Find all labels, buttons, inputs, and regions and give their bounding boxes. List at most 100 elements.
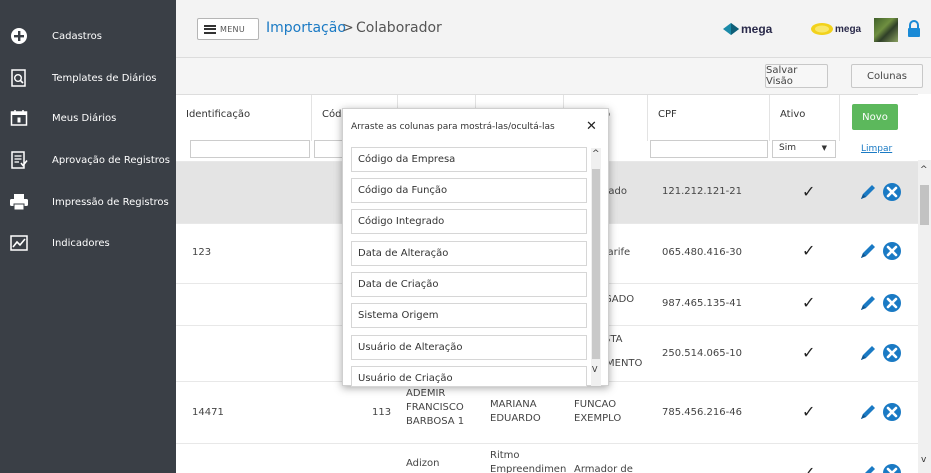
sidebar-item-aprovacao[interactable]: Aprovação de Registros bbox=[0, 142, 176, 178]
edit-pencil-icon[interactable] bbox=[858, 463, 878, 473]
column-option-codigo-integrado[interactable]: Código Integrado bbox=[351, 209, 587, 234]
delete-circle-icon[interactable] bbox=[882, 463, 902, 473]
ativo-check-icon[interactable]: ✓ bbox=[802, 293, 815, 312]
menu-label: MENU bbox=[220, 24, 245, 34]
document-search-icon bbox=[9, 68, 29, 88]
sidebar-item-label: Meus Diários bbox=[52, 112, 117, 124]
save-view-button[interactable]: Salvar Visão bbox=[765, 64, 828, 88]
delete-circle-icon[interactable] bbox=[882, 182, 902, 202]
cell-cpf: 250.514.065-10 bbox=[662, 348, 742, 359]
cell-nome-line3: BARBOSA 1 bbox=[406, 416, 465, 427]
header: MENU Importação > Colaborador mega mega bbox=[176, 0, 931, 58]
ativo-check-icon[interactable]: ✓ bbox=[802, 182, 815, 201]
approval-icon bbox=[9, 150, 29, 170]
cell-funcao-line2: MENTO bbox=[606, 358, 643, 369]
cell-codigo: 113 bbox=[372, 407, 392, 418]
cell-nome-line2: FRANCISCO bbox=[406, 402, 464, 413]
new-button[interactable]: Novo bbox=[852, 104, 898, 130]
column-header-actions: Novo bbox=[840, 95, 918, 141]
menu-button[interactable]: MENU bbox=[197, 18, 259, 40]
breadcrumb-separator: > bbox=[342, 20, 354, 36]
breadcrumb-current: Colaborador bbox=[356, 20, 442, 36]
mega-logo-icon bbox=[723, 23, 739, 35]
popup-title: Arraste as colunas para mostrá-las/ocult… bbox=[351, 122, 555, 132]
column-header-cpf[interactable]: CPF bbox=[648, 95, 770, 141]
filter-ativo-select[interactable]: Sim ▼ bbox=[772, 140, 836, 158]
column-option-codigo-empresa[interactable]: Código da Empresa bbox=[351, 147, 587, 172]
grid-scroll-up-icon[interactable]: ^ bbox=[920, 165, 928, 175]
cell-funcao-line1: FUNCAO bbox=[574, 399, 617, 410]
cell-nome-line1: ADEMIR bbox=[406, 388, 446, 399]
calendar-icon bbox=[9, 108, 29, 128]
filter-identificacao[interactable] bbox=[190, 140, 310, 158]
lock-icon[interactable] bbox=[907, 20, 921, 41]
sidebar-item-label: Aprovação de Registros bbox=[52, 154, 170, 166]
sidebar-item-label: Cadastros bbox=[52, 30, 102, 42]
ativo-check-icon[interactable]: ✓ bbox=[802, 241, 815, 260]
printer-icon bbox=[9, 192, 29, 212]
column-option-usuario-criacao[interactable]: Usuário de Criação bbox=[351, 366, 587, 387]
mega-oval-icon bbox=[811, 23, 833, 35]
column-option-codigo-funcao[interactable]: Código da Função bbox=[351, 178, 587, 203]
edit-pencil-icon[interactable] bbox=[858, 343, 878, 363]
clear-filter-link[interactable]: Limpar bbox=[861, 144, 892, 154]
user-avatar[interactable] bbox=[874, 18, 898, 42]
cell-empresa-line1: MARIANA bbox=[490, 399, 537, 410]
sidebar-item-indicadores[interactable]: Indicadores bbox=[0, 225, 176, 261]
edit-pencil-icon[interactable] bbox=[858, 293, 878, 313]
popup-scrollbar-thumb[interactable] bbox=[592, 169, 600, 359]
column-option-data-criacao[interactable]: Data de Criação bbox=[351, 272, 587, 297]
delete-circle-icon[interactable] bbox=[882, 293, 902, 313]
scroll-up-icon[interactable]: ^ bbox=[592, 149, 600, 159]
sidebar-item-label: Indicadores bbox=[52, 237, 110, 249]
delete-circle-icon[interactable] bbox=[882, 402, 902, 422]
chart-icon bbox=[9, 233, 29, 253]
cell-identificacao: 14471 bbox=[192, 407, 224, 418]
cell-nome-line1: Adizon bbox=[406, 458, 440, 469]
sidebar-item-cadastros[interactable]: Cadastros bbox=[0, 18, 176, 54]
ativo-check-icon[interactable]: ✓ bbox=[802, 463, 815, 473]
delete-circle-icon[interactable] bbox=[882, 343, 902, 363]
edit-pencil-icon[interactable] bbox=[858, 402, 878, 422]
scroll-down-icon[interactable]: V bbox=[592, 365, 597, 374]
column-option-data-alteracao[interactable]: Data de Alteração bbox=[351, 241, 587, 266]
cell-cpf: 065.480.416-30 bbox=[662, 247, 742, 258]
hamburger-icon bbox=[204, 24, 216, 34]
columns-button[interactable]: Colunas bbox=[851, 64, 923, 88]
column-option-sistema-origem[interactable]: Sistema Origem bbox=[351, 303, 587, 328]
cell-identificacao: 123 bbox=[192, 247, 212, 258]
ativo-check-icon[interactable]: ✓ bbox=[802, 402, 815, 421]
edit-pencil-icon[interactable] bbox=[858, 182, 878, 202]
cell-empresa-line1: Ritmo bbox=[490, 450, 520, 461]
ativo-check-icon[interactable]: ✓ bbox=[802, 343, 815, 362]
cell-funcao-line2: EXEMPLO bbox=[574, 413, 622, 424]
column-header-identificacao[interactable]: Identificação bbox=[176, 95, 312, 141]
edit-pencil-icon[interactable] bbox=[858, 241, 878, 261]
plus-circle-icon bbox=[9, 26, 29, 46]
filter-cpf[interactable] bbox=[650, 140, 768, 158]
mega-logo: mega bbox=[722, 22, 772, 36]
sidebar-item-meus-diarios[interactable]: Meus Diários bbox=[0, 100, 176, 136]
breadcrumb-link[interactable]: Importação bbox=[266, 20, 346, 36]
cell-cpf: 121.212.121-21 bbox=[662, 186, 742, 197]
cell-empresa-line2: Empreendimen bbox=[490, 464, 567, 473]
toolbar: Salvar Visão Colunas bbox=[176, 58, 931, 94]
sidebar-item-label: Templates de Diários bbox=[52, 72, 157, 84]
column-option-usuario-alteracao[interactable]: Usuário de Alteração bbox=[351, 335, 587, 360]
filter-ativo-value: Sim bbox=[779, 143, 796, 153]
column-header-ativo[interactable]: Ativo bbox=[770, 95, 840, 141]
column-chooser-popup: Arraste as colunas para mostrá-las/ocult… bbox=[342, 108, 609, 387]
cell-empresa-line2: EDUARDO bbox=[490, 413, 541, 424]
sidebar-item-label: Impressão de Registros bbox=[52, 196, 169, 208]
chevron-down-icon: ▼ bbox=[821, 144, 827, 152]
grid-scroll-down-icon[interactable]: v bbox=[921, 455, 926, 465]
sidebar: Cadastros Templates de Diários Meus Diár… bbox=[0, 0, 176, 473]
sidebar-item-impressao[interactable]: Impressão de Registros bbox=[0, 184, 176, 220]
cell-cpf: 987.465.135-41 bbox=[662, 298, 742, 309]
cell-funcao-line1: Armador de bbox=[574, 464, 633, 473]
delete-circle-icon[interactable] bbox=[882, 241, 902, 261]
close-icon[interactable]: ✕ bbox=[586, 119, 597, 134]
sidebar-item-templates[interactable]: Templates de Diários bbox=[0, 60, 176, 96]
grid-scrollbar-thumb[interactable] bbox=[920, 185, 929, 225]
cell-cpf: 785.456.216-46 bbox=[662, 407, 742, 418]
